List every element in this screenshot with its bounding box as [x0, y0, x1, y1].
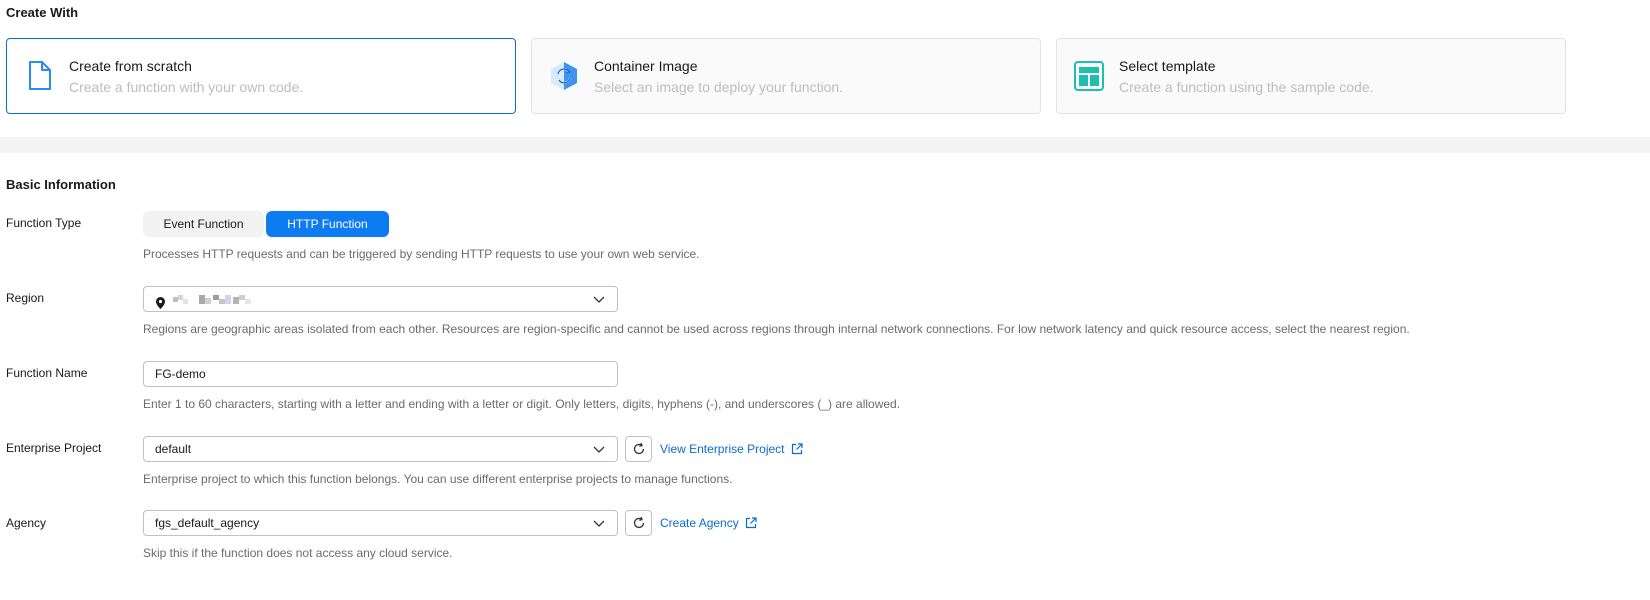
view-enterprise-project-link[interactable]: View Enterprise Project — [660, 442, 803, 456]
card-description: Create a function using the sample code. — [1119, 79, 1374, 95]
function-type-help: Processes HTTP requests and can be trigg… — [143, 247, 700, 261]
view-enterprise-project-label: View Enterprise Project — [660, 442, 785, 456]
card-container-image[interactable]: Container Image Select an image to deplo… — [531, 38, 1041, 114]
template-icon — [1072, 59, 1106, 93]
agency-help: Skip this if the function does not acces… — [143, 546, 453, 560]
chevron-down-icon — [593, 446, 605, 453]
card-create-from-scratch[interactable]: Create from scratch Create a function wi… — [6, 38, 516, 114]
function-name-label: Function Name — [6, 366, 88, 380]
enterprise-project-select[interactable]: default — [143, 436, 618, 462]
refresh-icon — [633, 442, 645, 455]
section-divider — [0, 137, 1650, 153]
container-image-icon — [547, 59, 581, 93]
external-link-icon — [745, 517, 757, 529]
region-label: Region — [6, 291, 45, 305]
enterprise-project-help: Enterprise project to which this functio… — [143, 472, 733, 486]
external-link-icon — [791, 443, 803, 455]
refresh-enterprise-project-button[interactable] — [625, 436, 652, 462]
region-help: Regions are geographic areas isolated fr… — [143, 322, 1410, 336]
function-type-toggle: Event Function HTTP Function — [143, 211, 389, 237]
card-description: Select an image to deploy your function. — [594, 79, 844, 95]
card-title: Create from scratch — [69, 58, 192, 74]
region-select[interactable] — [143, 286, 618, 312]
function-name-input[interactable]: FG-demo — [143, 361, 618, 387]
event-function-option[interactable]: Event Function — [143, 211, 264, 237]
refresh-agency-button[interactable] — [625, 510, 652, 536]
refresh-icon — [633, 516, 645, 529]
enterprise-project-value: default — [155, 442, 192, 456]
function-name-help: Enter 1 to 60 characters, starting with … — [143, 397, 901, 411]
create-with-title: Create With — [6, 5, 79, 20]
chevron-down-icon — [593, 520, 605, 527]
file-icon — [22, 59, 56, 93]
create-agency-link[interactable]: Create Agency — [660, 516, 757, 530]
card-title: Container Image — [594, 58, 698, 74]
card-description: Create a function with your own code. — [69, 79, 304, 95]
create-agency-label: Create Agency — [660, 516, 739, 530]
function-type-label: Function Type — [6, 216, 82, 230]
basic-information-title: Basic Information — [6, 177, 116, 192]
agency-select[interactable]: fgs_default_agency — [143, 510, 618, 536]
http-function-option[interactable]: HTTP Function — [266, 211, 389, 237]
location-pin-icon — [156, 293, 165, 309]
card-title: Select template — [1119, 58, 1216, 74]
agency-label: Agency — [6, 516, 47, 530]
card-select-template[interactable]: Select template Create a function using … — [1056, 38, 1566, 114]
enterprise-project-label: Enterprise Project — [6, 441, 102, 455]
agency-value: fgs_default_agency — [155, 516, 260, 530]
chevron-down-icon — [593, 296, 605, 303]
